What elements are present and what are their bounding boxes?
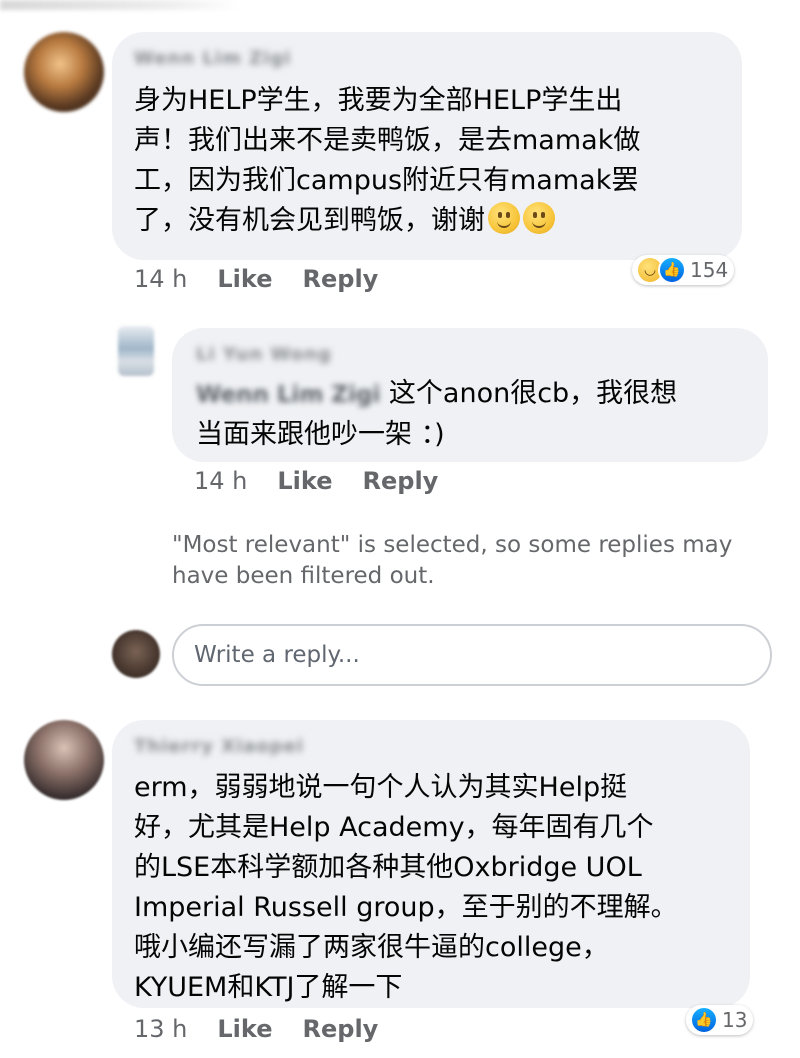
reaction-count: 13	[722, 1008, 748, 1032]
filtered-notice: "Most relevant" is selected, so some rep…	[172, 532, 733, 589]
comment-meta: 14 h Like Reply	[194, 467, 468, 495]
slightly-smiling-face-icon	[488, 202, 520, 234]
comment-timestamp[interactable]: 14 h	[194, 467, 247, 495]
slightly-smiling-face-icon	[523, 202, 555, 234]
reply-input[interactable]: Write a reply...	[172, 624, 772, 686]
comment-text-body: 身为HELP学生，我要为全部HELP学生出 声！我们出来不是卖鸭饭，是去mama…	[134, 85, 641, 236]
like-reaction-icon: 👍	[690, 1006, 718, 1034]
like-button[interactable]: Like	[217, 1015, 272, 1043]
avatar[interactable]	[118, 326, 154, 376]
reaction-summary[interactable]: ◡ 👍 154	[632, 255, 735, 285]
reaction-summary[interactable]: 👍 13	[686, 1005, 754, 1035]
comment-author-name[interactable]: Thierry Xiaopei	[134, 736, 304, 757]
like-button[interactable]: Like	[277, 467, 332, 495]
comment-meta: 13 h Like Reply	[134, 1015, 408, 1043]
comment-meta: 14 h Like Reply	[134, 265, 408, 293]
like-button[interactable]: Like	[217, 265, 272, 293]
reaction-count: 154	[690, 258, 729, 282]
comment-timestamp[interactable]: 13 h	[134, 1015, 187, 1043]
reply-button[interactable]: Reply	[303, 1015, 379, 1043]
comment-author-name[interactable]: Wenn Lim Zigi	[134, 48, 291, 69]
avatar[interactable]	[24, 32, 104, 112]
mention-tag[interactable]: Wenn Lim Zigi	[196, 382, 380, 408]
current-user-avatar	[112, 630, 160, 678]
reply-input-placeholder: Write a reply...	[194, 642, 360, 668]
comment-text: erm，弱弱地说一句个人认为其实Help挺 好，尤其是Help Academy，…	[134, 772, 678, 1003]
comment-text: Wenn Lim Zigi 这个anon很cb，我很想 当面来跟他吵一架 ：)	[196, 374, 756, 455]
reply-button[interactable]: Reply	[303, 265, 379, 293]
comment-author-name[interactable]: Li Yun Wong	[196, 344, 332, 365]
avatar[interactable]	[24, 720, 104, 800]
comment-text: 身为HELP学生，我要为全部HELP学生出 声！我们出来不是卖鸭饭，是去mama…	[134, 81, 730, 241]
reply-button[interactable]: Reply	[363, 467, 439, 495]
like-reaction-icon: 👍	[658, 256, 686, 284]
comment-timestamp[interactable]: 14 h	[134, 265, 187, 293]
top-edge-fade	[0, 0, 240, 10]
